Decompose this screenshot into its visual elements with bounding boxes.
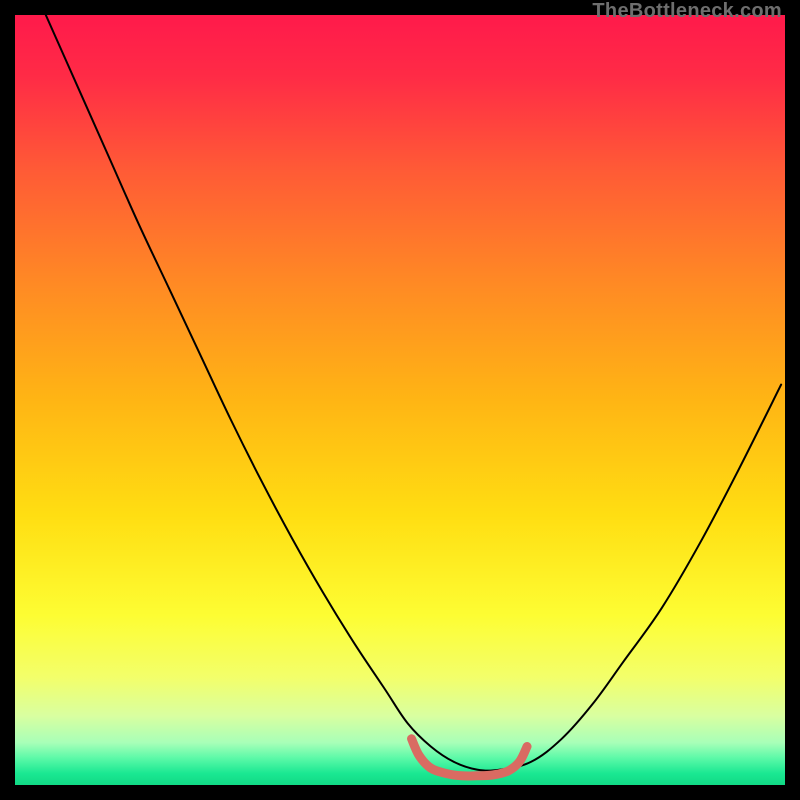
plot-area (15, 15, 785, 785)
chart-container: TheBottleneck.com (0, 0, 800, 800)
watermark: TheBottleneck.com (592, 0, 782, 23)
gradient-background (15, 15, 785, 785)
chart-svg (15, 15, 785, 785)
